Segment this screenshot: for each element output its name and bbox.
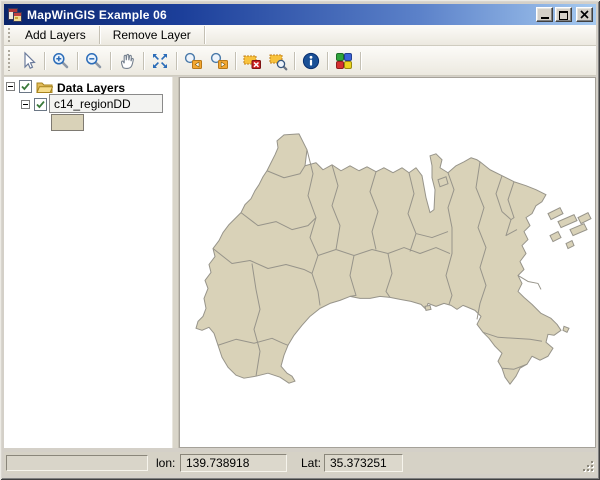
layer-checkbox[interactable] [34, 98, 47, 111]
pan-button[interactable] [114, 49, 140, 73]
symbology-button[interactable] [331, 49, 357, 73]
check-icon [21, 83, 30, 91]
pan-hand-icon [120, 53, 134, 69]
panel-splitter[interactable] [172, 77, 179, 448]
zoom-previous-icon [184, 52, 202, 69]
app-icon[interactable] [7, 7, 23, 23]
zoom-in-button[interactable] [48, 49, 74, 73]
app-window: MapWinGIS Example 06 Add Layers Remove L… [0, 0, 600, 480]
lat-label: Lat: [301, 456, 322, 470]
zoom-out-button[interactable] [81, 49, 107, 73]
clear-selection-icon [243, 55, 261, 69]
zoom-in-icon [53, 52, 69, 68]
cursor-arrow-icon [24, 51, 36, 69]
zoom-out-icon [86, 52, 102, 68]
clear-selection-button[interactable] [239, 49, 265, 73]
toolbar-separator [176, 51, 177, 70]
symbology-colors-icon [336, 52, 352, 69]
status-panel-empty [6, 455, 148, 471]
lon-label: lon: [156, 456, 176, 470]
minimize-icon [540, 17, 549, 19]
zoom-next-button[interactable] [206, 49, 232, 73]
close-button[interactable] [576, 7, 593, 22]
identify-button[interactable] [298, 49, 324, 73]
toolbar-separator [143, 51, 144, 70]
zoom-selection-button[interactable] [265, 49, 291, 73]
zoom-to-selection-icon [269, 54, 288, 70]
tools-toolbar [4, 46, 596, 76]
zoom-previous-button[interactable] [180, 49, 206, 73]
lat-value: 35.373251 [324, 454, 403, 472]
toolbar-separator [294, 51, 295, 70]
menu-toolbar: Add Layers Remove Layer [4, 25, 596, 46]
toolbar-separator [110, 51, 111, 70]
root-expander[interactable] [6, 82, 15, 91]
legend-panel: Data Layers c14_regionDD [4, 77, 172, 448]
root-checkbox[interactable] [19, 80, 32, 93]
layer-label[interactable]: c14_regionDD [49, 94, 163, 113]
toolbar-separator [203, 26, 205, 44]
toolbar-separator [360, 51, 361, 70]
zoom-full-extent-icon [153, 53, 167, 68]
maximize-button[interactable] [555, 7, 572, 22]
toolbar-separator [44, 51, 45, 70]
cursor-button[interactable] [15, 49, 41, 73]
toolbar-separator [327, 51, 328, 70]
close-icon [580, 10, 589, 19]
identify-info-icon [302, 52, 320, 69]
folder-icon [36, 82, 53, 93]
status-bar: lon: 139.738918 Lat: 35.373251 [4, 452, 596, 474]
root-label[interactable]: Data Layers [57, 81, 125, 95]
add-layers-button[interactable]: Add Layers [15, 26, 96, 44]
toolbar-grip[interactable] [8, 50, 11, 71]
region-map-image [195, 133, 592, 385]
title-bar: MapWinGIS Example 06 [4, 4, 596, 25]
toolbar-separator [98, 26, 100, 44]
remove-layer-button[interactable]: Remove Layer [103, 26, 201, 44]
resize-grip-icon[interactable] [582, 460, 595, 473]
lon-value: 139.738918 [180, 454, 287, 472]
toolbar-separator [77, 51, 78, 70]
zoom-next-icon [210, 52, 228, 69]
check-icon [36, 101, 45, 109]
layer-swatch[interactable] [51, 114, 84, 131]
window-title: MapWinGIS Example 06 [27, 7, 167, 22]
maximize-icon [559, 11, 568, 20]
minimize-button[interactable] [536, 7, 553, 22]
map-canvas[interactable] [179, 77, 596, 448]
layer-expander[interactable] [21, 100, 30, 109]
toolbar-separator [235, 51, 236, 70]
zoom-extent-button[interactable] [147, 49, 173, 73]
toolbar-grip[interactable] [8, 28, 11, 42]
